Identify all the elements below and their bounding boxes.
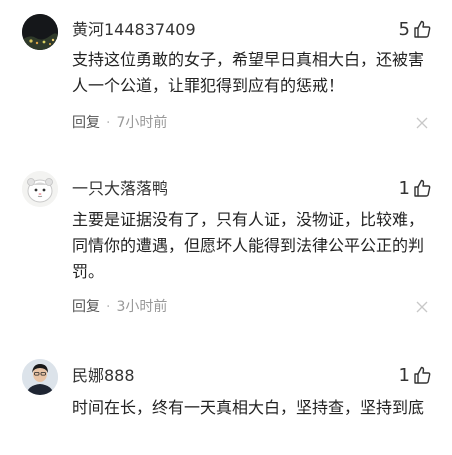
comment-meta: 回复 · 7小时前 (72, 114, 167, 132)
like-count: 5 (398, 18, 410, 40)
like-button[interactable]: 5 (399, 18, 432, 40)
like-button[interactable]: 1 (399, 364, 432, 386)
thumbs-up-icon (414, 179, 431, 197)
meta-separator: · (106, 299, 111, 315)
like-count: 1 (398, 177, 410, 199)
comment-text: 支持这位勇敢的女子，希望早日真相大白，还被害人一个公道，让罪犯得到应有的惩戒！ (72, 50, 425, 95)
comment-text: 主要是证据没有了，只有人证，没物证，比较难，同情你的遭遇，但愿坏人能得到法律公平… (72, 210, 425, 281)
person-avatar-icon (22, 359, 58, 395)
comment-text: 时间在长，终有一天真相大白，坚持查，坚持到底 (72, 398, 425, 417)
meta-separator: · (106, 115, 111, 131)
close-icon[interactable] (416, 117, 428, 129)
user-avatar[interactable] (22, 359, 58, 395)
like-button[interactable]: 1 (399, 177, 432, 199)
like-count: 1 (398, 364, 410, 386)
reply-link[interactable]: 回复 (72, 299, 100, 315)
close-icon[interactable] (416, 301, 428, 313)
dark-avatar-icon (22, 14, 58, 50)
user-avatar[interactable] (22, 171, 58, 207)
user-avatar[interactable] (22, 14, 58, 50)
hamster-avatar-icon (22, 171, 58, 207)
comment-meta: 回复 · 3小时前 (72, 298, 167, 316)
username[interactable]: 黄河144837409 (72, 20, 196, 40)
username[interactable]: 一只大落落鸭 (72, 179, 168, 199)
thumbs-up-icon (414, 20, 431, 38)
username[interactable]: 民娜888 (72, 366, 135, 386)
comment-time: 7小时前 (116, 115, 168, 131)
comment-time: 3小时前 (116, 299, 168, 315)
reply-link[interactable]: 回复 (72, 115, 100, 131)
thumbs-up-icon (414, 366, 431, 384)
